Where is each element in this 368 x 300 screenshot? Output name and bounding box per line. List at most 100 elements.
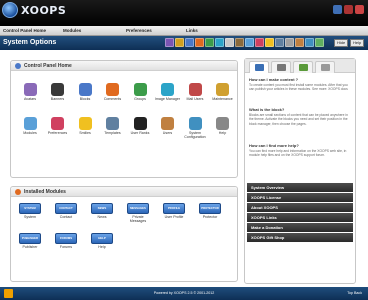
panel-header: Installed Modules (11, 187, 237, 197)
blocks-icon (78, 83, 92, 96)
module-icon: CONTACT (55, 203, 77, 214)
faq-answer: You can find more help and information o… (249, 149, 347, 158)
header-icons (333, 5, 364, 14)
banner-icon[interactable] (175, 38, 184, 47)
module-badge: MESSAGES (130, 206, 146, 210)
module-label: Forums (59, 245, 73, 249)
menu-modules[interactable]: Modules (63, 28, 81, 33)
avatar-icon[interactable] (165, 38, 174, 47)
link-xoops-links[interactable]: XOOPS Links (247, 213, 353, 222)
mail-users-icon (188, 83, 202, 96)
user-icon[interactable] (344, 5, 353, 14)
module-label: Private Messages (129, 215, 147, 223)
menubar: Control Panel Home Modules Preferences L… (0, 26, 368, 36)
cp-item-label: Templates (104, 131, 121, 135)
cp-item-label: Mail Users (186, 97, 204, 101)
module-item[interactable]: FORUMS Forums (55, 233, 77, 249)
link-make-donation[interactable]: Make a Donation (247, 223, 353, 232)
module-item[interactable]: NEWS News (91, 203, 113, 219)
blocks-icon[interactable] (185, 38, 194, 47)
menu-links[interactable]: Links (186, 28, 198, 33)
panel-header: Control Panel Home (11, 61, 237, 71)
cp-item[interactable]: Image Manager (155, 83, 181, 101)
cp-item[interactable]: Comments (100, 83, 126, 101)
hide-button[interactable]: Hide (334, 39, 349, 47)
faq-answer: Blocks are small sections of content tha… (249, 113, 348, 126)
link-xoops-license[interactable]: XOOPS License (247, 193, 353, 202)
cp-item[interactable]: Mail Users (182, 83, 208, 101)
users-icon[interactable] (295, 38, 304, 47)
cp-item[interactable]: Users (155, 117, 181, 135)
cp-item[interactable]: Blocks (72, 83, 98, 101)
info-icon (255, 64, 264, 71)
cp-item[interactable]: Groups (127, 83, 153, 101)
user-rank-icon[interactable] (285, 38, 294, 47)
smilies-icon[interactable] (265, 38, 274, 47)
cp-item[interactable]: Maintenance (210, 83, 236, 101)
users-icon (161, 117, 174, 130)
logo[interactable]: XOOPS (2, 2, 66, 18)
faq-answer: To create content you must first install… (249, 83, 348, 92)
tab-info[interactable] (249, 61, 269, 73)
cp-item[interactable]: Help (210, 117, 236, 135)
cp-item[interactable]: System Configuration (182, 117, 208, 139)
mail-icon[interactable] (225, 38, 234, 47)
panel-title: Installed Modules (24, 189, 66, 195)
modules-icon[interactable] (245, 38, 254, 47)
link-about-xoops[interactable]: About XOOPS (247, 203, 353, 212)
page-title: System Options (3, 39, 57, 46)
cp-item[interactable]: Preferences (45, 117, 71, 135)
help-icon[interactable] (315, 38, 324, 47)
templates-icon[interactable] (275, 38, 284, 47)
module-item[interactable]: PROFILE User Profile (163, 203, 185, 219)
control-panel-home: Control Panel Home Avatars Banners Blocks C… (10, 60, 238, 178)
module-item[interactable]: PROTECTOR Protector (199, 203, 221, 219)
preferences-icon[interactable] (255, 38, 264, 47)
faq-question: What is the block? (249, 107, 285, 112)
cp-item[interactable]: Templates (100, 117, 126, 135)
cp-item[interactable]: Banners (45, 83, 71, 101)
maintenance-icon[interactable] (235, 38, 244, 47)
banners-icon (51, 83, 64, 96)
module-item[interactable]: HELP Help (91, 233, 113, 249)
module-item[interactable]: SYSTEM System (19, 203, 41, 219)
module-item[interactable]: PUBLISHER Publisher (19, 233, 41, 249)
smilies-icon (78, 117, 92, 130)
module-label: User Profile (164, 215, 184, 219)
module-icon: FORUMS (55, 233, 77, 244)
module-icon: NEWS (91, 203, 113, 214)
cp-item[interactable]: Modules (17, 117, 43, 135)
modules-header-icon (15, 189, 21, 195)
templates-icon (106, 117, 119, 130)
tab-news[interactable] (271, 61, 291, 73)
comments-icon[interactable] (195, 38, 204, 47)
footer-top-link[interactable]: Top Back (347, 291, 362, 295)
panel-title: Control Panel Home (24, 63, 72, 69)
alert-icon[interactable] (355, 5, 364, 14)
cp-item-label: Image Manager (154, 97, 181, 101)
toolbar-icons (165, 38, 324, 47)
menu-preferences[interactable]: Preferences (126, 28, 152, 33)
cp-item-label: Help (218, 131, 227, 135)
module-item[interactable]: MESSAGES Private Messages (127, 203, 149, 223)
help-button[interactable]: Help (350, 39, 365, 47)
control-panel-icon (15, 63, 21, 69)
link-system-overview[interactable]: System Overview (247, 183, 353, 192)
home-icon[interactable] (333, 5, 342, 14)
link-gift-shop[interactable]: XOOPS Gift Shop (247, 233, 353, 242)
groups-icon[interactable] (205, 38, 214, 47)
cp-item[interactable]: User Ranks (127, 117, 153, 135)
avatars-icon (23, 83, 37, 96)
installed-modules: Installed Modules SYSTEM System CONTACT Con… (10, 186, 238, 282)
maintenance-icon (216, 83, 229, 96)
system-icon[interactable] (305, 38, 314, 47)
tab-links[interactable] (293, 61, 313, 73)
side-tabs (245, 59, 355, 73)
module-badge: PUBLISHER (21, 236, 39, 240)
cp-item[interactable]: Smilies (72, 117, 98, 135)
module-item[interactable]: CONTACT Contact (55, 203, 77, 219)
menu-control-panel[interactable]: Control Panel Home (3, 28, 46, 33)
image-icon[interactable] (215, 38, 224, 47)
tab-license[interactable] (315, 61, 335, 73)
cp-item[interactable]: Avatars (17, 83, 43, 101)
